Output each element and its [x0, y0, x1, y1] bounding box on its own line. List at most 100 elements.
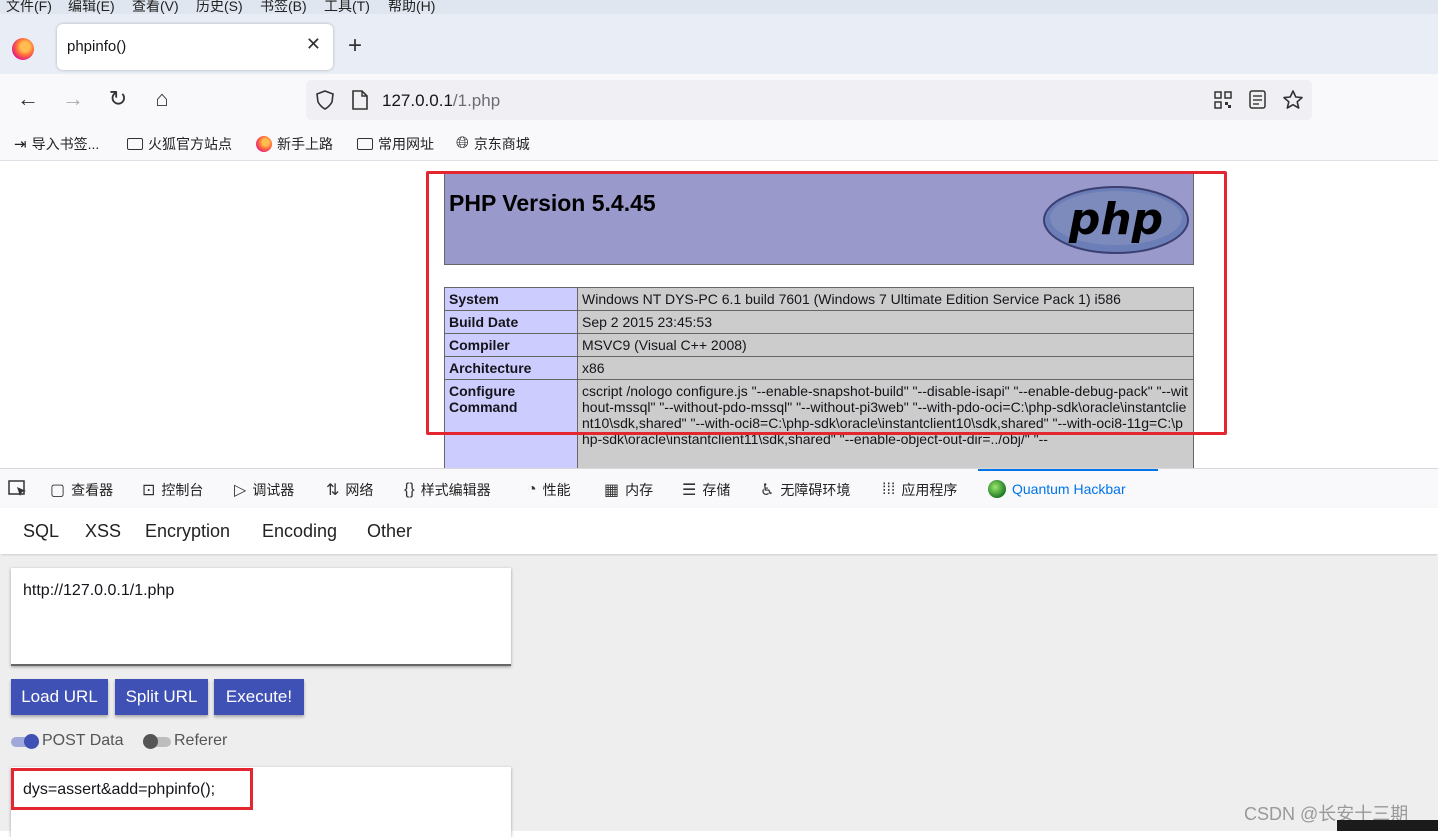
active-tab-indicator — [978, 469, 1158, 471]
bookmark-label: 火狐官方站点 — [148, 136, 232, 152]
tab-label: 调试器 — [252, 482, 295, 498]
firefox-icon — [256, 136, 272, 152]
storage-icon: ☰ — [682, 482, 697, 499]
page-icon — [352, 90, 368, 110]
bookmark-common-sites[interactable]: 常用网址 — [357, 134, 434, 154]
tab-network[interactable]: ⇅ 网络 — [326, 480, 373, 500]
tab-label: 存储 — [702, 482, 731, 498]
highlight-box-post — [11, 768, 253, 810]
debugger-icon: ▷ — [234, 482, 247, 499]
bookmark-label: 京东商城 — [473, 136, 530, 152]
tab-application[interactable]: ⁞⁞⁞ 应用程序 — [882, 480, 957, 500]
globe-icon: 🌐︎ — [456, 135, 469, 152]
tab-label: 控制台 — [161, 482, 204, 498]
tab-close-icon[interactable]: ✕ — [306, 34, 321, 55]
tab-strip: phpinfo() ✕ + — [0, 14, 1438, 74]
forward-arrow-icon: → — [62, 86, 84, 111]
tab-console[interactable]: ⊡ 控制台 — [142, 480, 203, 500]
tab-memory[interactable]: ▦ 内存 — [604, 480, 653, 500]
memory-icon: ▦ — [604, 482, 620, 499]
menu-bar: 文件(F) 编辑(E) 查看(V) 历史(S) 书签(B) 工具(T) 帮助(H… — [0, 0, 1438, 14]
tab-phpinfo[interactable]: phpinfo() ✕ — [57, 24, 333, 70]
url-host: 127.0.0.1 — [382, 91, 453, 110]
split-url-button[interactable]: Split URL — [115, 679, 208, 715]
tab-storage[interactable]: ☰ 存储 — [682, 480, 730, 500]
bookmark-star-icon[interactable] — [1282, 89, 1304, 111]
shield-icon[interactable] — [316, 90, 334, 110]
tab-label: 应用程序 — [901, 482, 958, 498]
menu-file[interactable]: 文件(F) — [6, 0, 52, 14]
devtools-toolbar: ▢ 查看器 ⊡ 控制台 ▷ 调试器 ⇅ 网络 {} 样式编辑器 ◔ 性能 ▦ 内存 ☰ 存储 ♿… — [0, 468, 1438, 510]
picker-icon — [8, 480, 26, 496]
tab-debugger[interactable]: ▷ 调试器 — [234, 480, 294, 500]
menu-tools[interactable]: 工具(T) — [324, 0, 370, 14]
element-picker-button[interactable] — [8, 480, 28, 498]
bookmark-label: 新手上路 — [277, 136, 333, 152]
bookmark-import[interactable]: ⇥ 导入书签... — [14, 134, 99, 154]
new-tab-button[interactable]: + — [348, 32, 362, 60]
url-bar[interactable]: 127.0.0.1/1.php — [306, 80, 1312, 120]
url-path: /1.php — [452, 91, 501, 110]
bookmark-label: 常用网址 — [378, 136, 434, 152]
hackbar-menu: SQL XSS Encryption Encoding Other — [0, 508, 1438, 554]
performance-icon: ◔ — [527, 481, 537, 498]
menu-other[interactable]: Other — [367, 521, 412, 542]
tab-label: 查看器 — [71, 482, 114, 498]
menu-edit[interactable]: 编辑(E) — [68, 0, 115, 14]
tab-label: 内存 — [625, 482, 654, 498]
console-icon: ⊡ — [142, 482, 156, 499]
bookmarks-toolbar: ⇥ 导入书签... 火狐官方站点 新手上路 常用网址 🌐︎ 京东商城 — [0, 126, 1438, 161]
load-url-button[interactable]: Load URL — [11, 679, 108, 715]
folder-icon — [357, 138, 373, 150]
folder-icon — [127, 138, 143, 150]
menu-view[interactable]: 查看(V) — [132, 0, 179, 14]
forward-button[interactable]: → — [58, 84, 88, 114]
menu-sql[interactable]: SQL — [23, 521, 59, 542]
hackbar-icon — [988, 480, 1006, 498]
menu-xss[interactable]: XSS — [85, 521, 121, 542]
reload-button[interactable]: ↻ — [103, 84, 133, 114]
menu-encryption[interactable]: Encryption — [145, 521, 230, 542]
tab-label: Quantum Hackbar — [1012, 481, 1126, 497]
menu-bookmarks[interactable]: 书签(B) — [260, 0, 307, 14]
qr-code-icon[interactable] — [1214, 91, 1232, 109]
home-icon: ⌂ — [155, 86, 169, 111]
referer-label: Referer — [174, 732, 228, 749]
menu-history[interactable]: 历史(S) — [196, 0, 243, 14]
post-data-label: POST Data — [42, 732, 124, 749]
tab-accessibility[interactable]: ♿︎ 无障碍环境 — [760, 480, 850, 500]
style-editor-icon: {} — [404, 481, 415, 498]
menu-encoding[interactable]: Encoding — [262, 521, 337, 542]
network-icon: ⇅ — [326, 482, 340, 499]
firefox-logo-icon[interactable] — [12, 38, 34, 60]
tab-label: 性能 — [542, 482, 571, 498]
url-textarea[interactable]: http://127.0.0.1/1.php — [11, 568, 511, 666]
import-icon: ⇥ — [14, 136, 27, 153]
bookmark-getting-started[interactable]: 新手上路 — [256, 134, 333, 154]
reader-view-icon[interactable] — [1249, 90, 1267, 110]
bookmark-jd[interactable]: 🌐︎ 京东商城 — [456, 134, 530, 154]
home-button[interactable]: ⌂ — [147, 84, 177, 114]
menu-help[interactable]: 帮助(H) — [388, 0, 435, 14]
referer-toggle[interactable] — [143, 734, 171, 749]
tab-performance[interactable]: ◔ 性能 — [527, 480, 571, 500]
highlight-box-phpinfo — [426, 171, 1227, 435]
back-button[interactable]: ← — [13, 84, 43, 114]
tab-label: 无障碍环境 — [780, 482, 851, 498]
tab-style-editor[interactable]: {} 样式编辑器 — [404, 480, 491, 500]
url-text[interactable]: 127.0.0.1/1.php — [382, 91, 500, 111]
hackbar-panel: http://127.0.0.1/1.php Load URL Split UR… — [0, 556, 1438, 837]
tab-inspector[interactable]: ▢ 查看器 — [50, 480, 113, 500]
bookmark-firefox-site[interactable]: 火狐官方站点 — [127, 134, 232, 154]
bookmark-label: 导入书签... — [31, 136, 100, 152]
tab-quantum-hackbar[interactable]: Quantum Hackbar — [988, 480, 1126, 498]
navigation-bar: ← → ↻ ⌂ 127.0.0.1/1.php — [0, 74, 1438, 126]
post-data-toggle[interactable] — [11, 734, 39, 749]
toggle-knob — [143, 734, 158, 749]
url-value: http://127.0.0.1/1.php — [23, 582, 175, 599]
taskbar-fragment — [1337, 820, 1438, 831]
execute-button[interactable]: Execute! — [214, 679, 304, 715]
accessibility-icon: ♿︎ — [760, 482, 775, 499]
tab-label: 样式编辑器 — [420, 482, 491, 498]
tab-label: 网络 — [345, 482, 374, 498]
